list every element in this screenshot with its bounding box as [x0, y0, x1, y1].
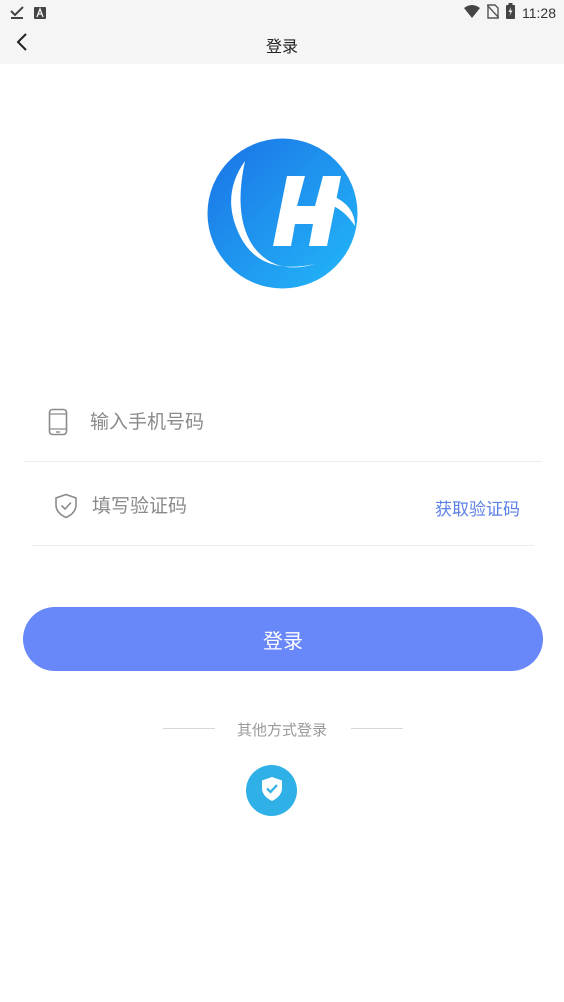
status-bar-right: 11:28 — [464, 3, 556, 23]
code-row: 获取验证码 — [32, 466, 534, 546]
no-sim-icon — [486, 3, 500, 23]
phone-icon — [46, 407, 70, 437]
alt-login-button[interactable] — [246, 765, 297, 816]
verification-code-input[interactable] — [92, 491, 392, 521]
phone-row — [24, 382, 542, 462]
phone-input[interactable] — [90, 407, 390, 437]
login-button[interactable]: 登录 — [23, 607, 543, 671]
wifi-icon — [464, 4, 480, 23]
divider-right — [351, 728, 403, 729]
shield-icon — [54, 491, 78, 521]
keyboard-a-icon — [34, 4, 46, 23]
get-code-button[interactable]: 获取验证码 — [435, 495, 520, 520]
status-bar-left — [10, 4, 46, 23]
status-time: 11:28 — [522, 5, 556, 21]
app-logo — [205, 136, 360, 291]
status-bar: 11:28 — [0, 0, 564, 24]
nav-bar: 登录 — [0, 24, 564, 64]
other-login-label: 其他方式登录 — [236, 721, 327, 739]
shield-check-icon — [260, 776, 284, 806]
download-done-icon — [10, 4, 24, 23]
battery-charging-icon — [506, 3, 515, 23]
page-title: 登录 — [265, 37, 298, 56]
